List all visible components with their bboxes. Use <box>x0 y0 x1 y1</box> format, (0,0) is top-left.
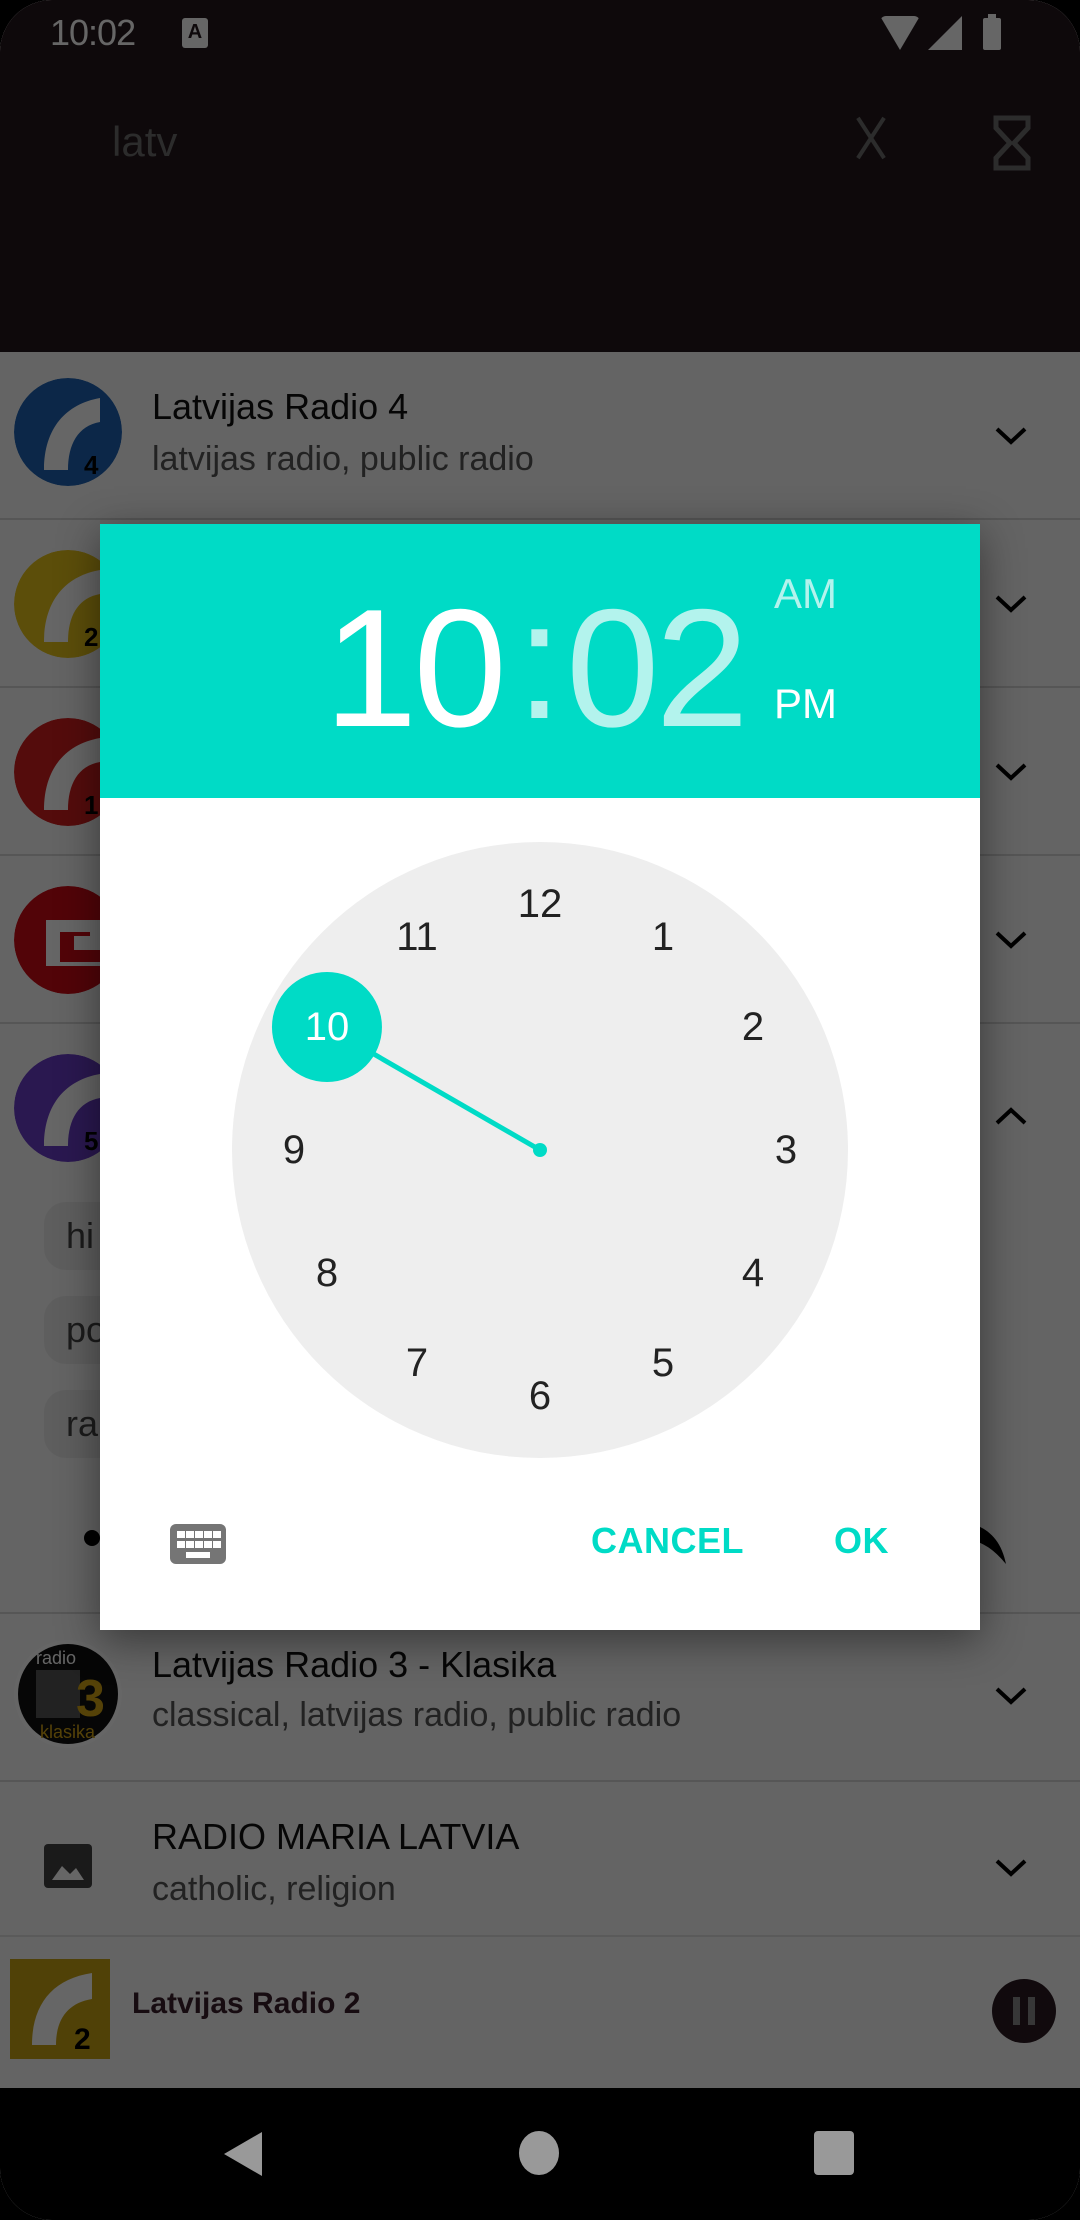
clock-number-9[interactable]: 9 <box>254 1125 334 1175</box>
clock-number-2[interactable]: 2 <box>713 1002 793 1052</box>
minute-display[interactable]: 02 <box>566 584 749 752</box>
home-icon[interactable] <box>519 2131 559 2175</box>
am-toggle[interactable]: AM <box>774 570 837 618</box>
clock-number-5[interactable]: 5 <box>623 1338 703 1388</box>
clock-number-6[interactable]: 6 <box>500 1371 580 1421</box>
clock-number-1[interactable]: 1 <box>623 912 703 962</box>
clock-number-10[interactable]: 10 <box>287 1002 367 1052</box>
clock-number-3[interactable]: 3 <box>746 1125 826 1175</box>
clock-number-7[interactable]: 7 <box>377 1338 457 1388</box>
clock-number-4[interactable]: 4 <box>713 1248 793 1298</box>
clock-number-8[interactable]: 8 <box>287 1248 367 1298</box>
pm-toggle[interactable]: PM <box>774 680 837 728</box>
hour-display[interactable]: 10 <box>324 584 507 752</box>
clock-center-dot <box>533 1143 547 1157</box>
clock-face[interactable]: 12 1 2 3 4 5 6 7 8 9 10 11 <box>232 842 848 1458</box>
keyboard-icon[interactable] <box>170 1524 226 1564</box>
clock-number-11[interactable]: 11 <box>377 912 457 962</box>
time-picker-dialog: 10 : 02 AM PM 12 1 2 3 4 5 6 7 8 9 10 11 CANCEL OK <box>100 524 980 1630</box>
time-separator: : <box>516 566 563 754</box>
ok-button[interactable]: OK <box>834 1520 889 1562</box>
screen: 10:02 A latv 4 Latvijas Radio 4 latvijas… <box>0 0 1080 2220</box>
recents-icon[interactable] <box>814 2131 854 2175</box>
cancel-button[interactable]: CANCEL <box>591 1520 744 1562</box>
navigation-bar <box>0 2088 1080 2220</box>
time-picker-header: 10 : 02 AM PM <box>100 524 980 798</box>
back-icon[interactable] <box>224 2132 262 2176</box>
clock-number-12[interactable]: 12 <box>500 879 580 929</box>
